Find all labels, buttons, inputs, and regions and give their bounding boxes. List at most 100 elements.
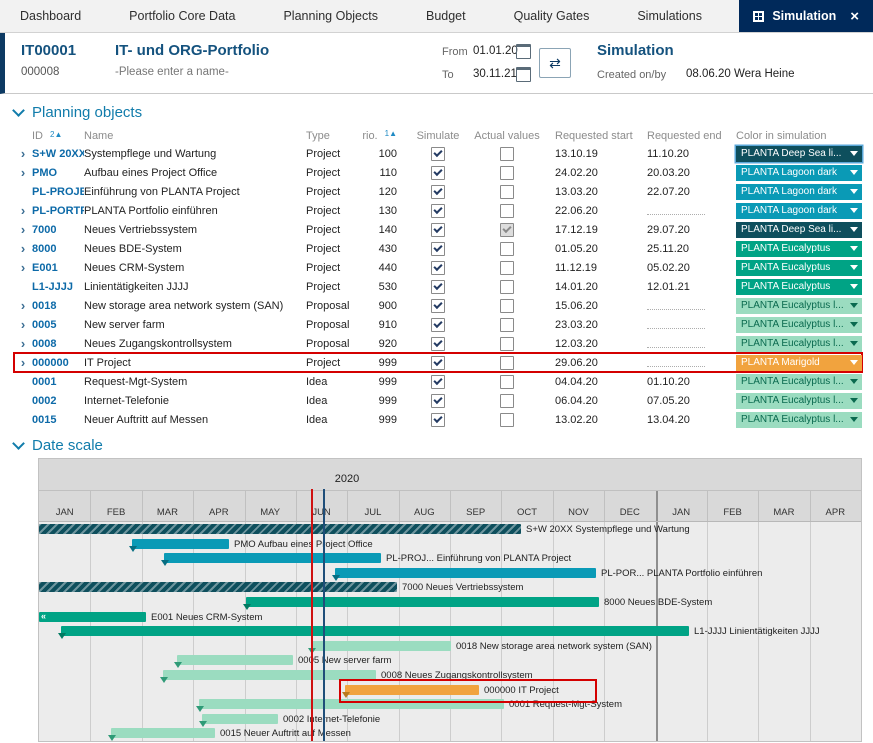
cell-requested-end[interactable] (633, 355, 726, 370)
cell-requested-end[interactable] (633, 298, 726, 313)
simulate-checkbox[interactable] (431, 299, 445, 313)
color-dropdown[interactable]: PLANTA Lagoon dark (736, 203, 862, 219)
color-dropdown[interactable]: PLANTA Deep Sea li... (736, 222, 862, 238)
table-row-0008[interactable]: ›0008Neues ZugangskontrollsystemProposal… (14, 334, 862, 353)
gantt-bar-0002[interactable] (202, 714, 278, 724)
planning-objects-section-header[interactable]: Planning objects (14, 104, 873, 121)
cell-requested-start[interactable]: 22.06.20 (541, 205, 633, 217)
close-icon[interactable]: × (850, 8, 859, 25)
table-row-s-w-20xx[interactable]: ›S+W 20XXSystempflege und WartungProject… (14, 144, 862, 163)
actual-values-checkbox[interactable] (500, 299, 514, 313)
actual-values-checkbox[interactable] (500, 356, 514, 370)
table-row-000000[interactable]: ›000000IT ProjectProject99929.06.20PLANT… (14, 353, 862, 372)
cell-requested-end[interactable]: 07.05.20 (633, 395, 726, 407)
cell-requested-end[interactable] (633, 203, 726, 218)
from-date-field[interactable]: 01.01.20 (473, 45, 518, 57)
cell-requested-start[interactable]: 13.02.20 (541, 414, 633, 426)
simulate-checkbox[interactable] (431, 375, 445, 389)
table-row-7000[interactable]: ›7000Neues VertriebssystemProject14017.1… (14, 220, 862, 239)
column-header-actual-values[interactable]: Actual values (473, 130, 541, 142)
color-dropdown[interactable]: PLANTA Deep Sea li... (736, 146, 862, 162)
cell-requested-end[interactable]: 11.10.20 (633, 148, 726, 160)
expand-chevron-icon[interactable]: › (14, 356, 32, 369)
color-dropdown[interactable]: PLANTA Lagoon dark (736, 165, 862, 181)
column-header-color-in-simulation[interactable]: Color in simulation (726, 130, 862, 142)
actual-values-checkbox[interactable] (500, 413, 514, 427)
cell-requested-start[interactable]: 24.02.20 (541, 167, 633, 179)
cell-requested-start[interactable]: 06.04.20 (541, 395, 633, 407)
simulate-checkbox[interactable] (431, 242, 445, 256)
actual-values-checkbox[interactable] (500, 318, 514, 332)
column-header-type[interactable]: Type (306, 130, 363, 142)
nav-tab-planning-objects[interactable]: Planning Objects (283, 0, 378, 32)
table-row-8000[interactable]: ›8000Neues BDE-SystemProject43001.05.202… (14, 239, 862, 258)
cell-requested-end[interactable] (633, 336, 726, 351)
actual-values-checkbox[interactable] (500, 204, 514, 218)
color-dropdown[interactable]: PLANTA Eucalyptus l... (736, 298, 862, 314)
column-header-requested-start[interactable]: Requested start (541, 130, 633, 142)
table-row-0002[interactable]: 0002Internet-TelefonieIdea99906.04.2007.… (14, 391, 862, 410)
tab-simulation-active[interactable]: Simulation × (739, 0, 873, 32)
color-dropdown[interactable]: PLANTA Eucalyptus l... (736, 317, 862, 333)
actual-values-checkbox[interactable] (500, 166, 514, 180)
gantt-bar-e001[interactable]: « (39, 612, 146, 622)
table-row-pmo[interactable]: ›PMOAufbau eines Project OfficeProject11… (14, 163, 862, 182)
expand-chevron-icon[interactable]: › (14, 337, 32, 350)
cell-requested-start[interactable]: 01.05.20 (541, 243, 633, 255)
actual-values-checkbox[interactable] (500, 375, 514, 389)
cell-requested-end[interactable]: 25.11.20 (633, 243, 726, 255)
cell-requested-end[interactable]: 05.02.20 (633, 262, 726, 274)
simulate-checkbox[interactable] (431, 147, 445, 161)
table-row-pl-portfo[interactable]: ›PL-PORTFO...PLANTA Portfolio einführenP… (14, 201, 862, 220)
calendar-icon[interactable] (516, 44, 531, 59)
gantt-bar-0015[interactable] (111, 728, 215, 738)
actual-values-checkbox[interactable] (500, 261, 514, 275)
simulate-checkbox[interactable] (431, 204, 445, 218)
table-row-0018[interactable]: ›0018New storage area network system (SA… (14, 296, 862, 315)
cell-requested-start[interactable]: 04.04.20 (541, 376, 633, 388)
expand-chevron-icon[interactable]: › (14, 166, 32, 179)
cell-requested-start[interactable]: 17.12.19 (541, 224, 633, 236)
table-row-0005[interactable]: ›0005New server farmProposal91023.03.20P… (14, 315, 862, 334)
cell-requested-end[interactable]: 13.04.20 (633, 414, 726, 426)
simulate-checkbox[interactable] (431, 280, 445, 294)
simulate-checkbox[interactable] (431, 166, 445, 180)
gantt-bar-pmo[interactable] (132, 539, 229, 549)
column-header-prio[interactable]: Prio.1▲ (363, 130, 403, 142)
cell-requested-end[interactable]: 12.01.21 (633, 281, 726, 293)
actual-values-checkbox[interactable] (500, 394, 514, 408)
calendar-icon[interactable] (516, 67, 531, 82)
to-date-field[interactable]: 30.11.21 (473, 68, 517, 80)
gantt-bar-l1-jjjj[interactable] (61, 626, 689, 636)
nav-tab-budget[interactable]: Budget (426, 0, 466, 32)
column-header-simulate[interactable]: Simulate (403, 130, 473, 142)
simulate-checkbox[interactable] (431, 356, 445, 370)
simulate-checkbox[interactable] (431, 261, 445, 275)
table-row-0015[interactable]: 0015Neuer Auftritt auf MessenIdea99913.0… (14, 410, 862, 429)
nav-tab-portfolio-core-data[interactable]: Portfolio Core Data (129, 0, 235, 32)
gantt-bar-7000[interactable] (39, 582, 397, 592)
actual-values-checkbox[interactable] (500, 280, 514, 294)
simulate-checkbox[interactable] (431, 223, 445, 237)
gantt-bar-pl-por[interactable] (335, 568, 596, 578)
actual-values-checkbox[interactable] (500, 147, 514, 161)
cell-requested-end[interactable]: 01.10.20 (633, 376, 726, 388)
actual-values-checkbox[interactable] (500, 337, 514, 351)
color-dropdown[interactable]: PLANTA Eucalyptus l... (736, 336, 862, 352)
simulate-checkbox[interactable] (431, 413, 445, 427)
table-row-pl-project[interactable]: PL-PROJECTEinführung von PLANTA ProjectP… (14, 182, 862, 201)
cell-requested-start[interactable]: 12.03.20 (541, 338, 633, 350)
gantt-bar-8000[interactable] (246, 597, 599, 607)
cell-requested-start[interactable]: 29.06.20 (541, 357, 633, 369)
simulate-checkbox[interactable] (431, 185, 445, 199)
nav-tab-simulations[interactable]: Simulations (637, 0, 702, 32)
nav-tab-quality-gates[interactable]: Quality Gates (514, 0, 590, 32)
color-dropdown[interactable]: PLANTA Eucalyptus l... (736, 374, 862, 390)
expand-chevron-icon[interactable]: › (14, 242, 32, 255)
refresh-button[interactable]: ⇄ (539, 48, 571, 78)
actual-values-checkbox[interactable] (500, 185, 514, 199)
cell-requested-end[interactable] (633, 317, 726, 332)
simulate-checkbox[interactable] (431, 318, 445, 332)
cell-requested-end[interactable]: 20.03.20 (633, 167, 726, 179)
color-dropdown[interactable]: PLANTA Eucalyptus l... (736, 393, 862, 409)
